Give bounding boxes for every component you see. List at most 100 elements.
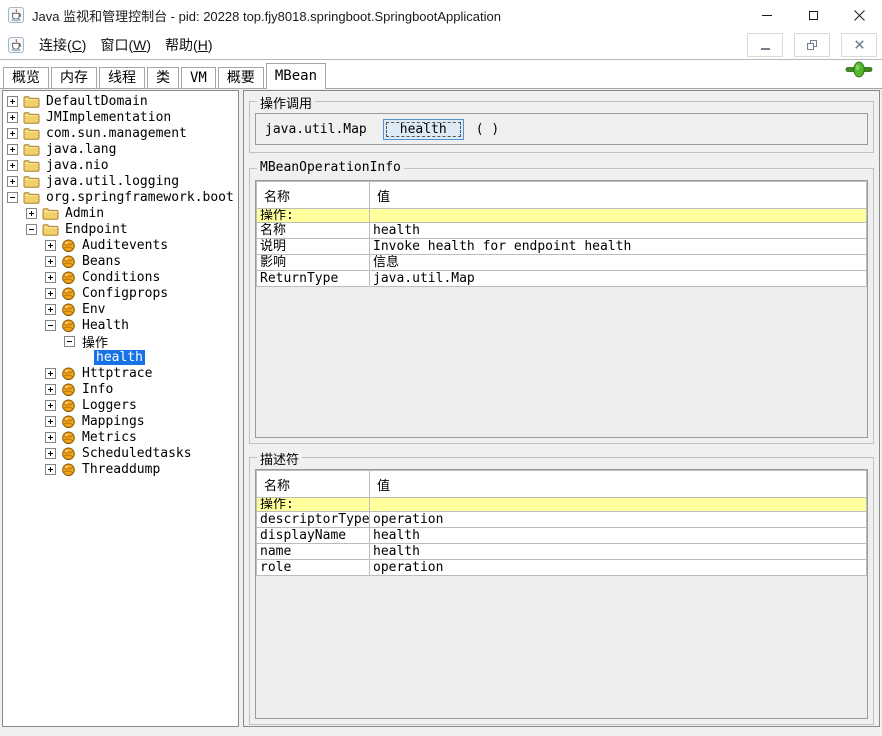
tree-node-label: Scheduledtasks [80,446,194,461]
tree-node-Scheduledtasks[interactable]: Scheduledtasks [3,445,238,461]
expand-icon[interactable] [45,240,56,251]
row-name-cell: 影响 [257,255,370,271]
tab-线程[interactable]: 线程 [99,67,145,88]
menu-mnemonic: W [133,37,146,53]
menu-label-pre: 连接( [39,37,72,53]
expand-icon[interactable] [7,160,18,171]
menu-item-W[interactable]: 窗口(W) [93,32,158,58]
tree-node-Loggers[interactable]: Loggers [3,397,238,413]
expand-icon[interactable] [7,112,18,123]
tree-node-label: Beans [80,254,123,269]
tree-node-java.util.logging[interactable]: java.util.logging [3,173,238,189]
tree-node-Env[interactable]: Env [3,301,238,317]
tree-node-JMImplementation[interactable]: JMImplementation [3,109,238,125]
operation-section-row[interactable]: 操作: [257,498,867,512]
tree-node-Health[interactable]: Health [3,317,238,333]
frame-restore-button[interactable] [794,33,830,57]
collapse-icon[interactable] [7,192,18,203]
column-header[interactable]: 值 [370,471,867,498]
row-name-cell: role [257,560,370,576]
tree-node-Conditions[interactable]: Conditions [3,269,238,285]
tree-node-Endpoint[interactable]: Endpoint [3,221,238,237]
window-title: Java 监视和管理控制台 - pid: 20228 top.fjy8018.s… [32,6,501,25]
tree-node-Mappings[interactable]: Mappings [3,413,238,429]
expand-icon[interactable] [26,208,37,219]
tab-概览[interactable]: 概览 [3,67,49,88]
tree-node-Admin[interactable]: Admin [3,205,238,221]
expand-icon[interactable] [7,144,18,155]
expand-icon[interactable] [45,464,56,475]
table-row[interactable]: roleoperation [257,560,867,576]
table-row[interactable]: 名称health [257,223,867,239]
tab-概要[interactable]: 概要 [218,67,264,88]
expand-icon[interactable] [7,128,18,139]
table-row[interactable]: 说明Invoke health for endpoint health [257,239,867,255]
menu-label-post: ) [146,37,151,53]
tree-node-Info[interactable]: Info [3,381,238,397]
operation-section-row[interactable]: 操作: [257,209,867,223]
mbean-icon [61,382,76,397]
table-row[interactable]: descriptorTypeoperation [257,512,867,528]
expand-icon[interactable] [45,304,56,315]
tree-node-DefaultDomain[interactable]: DefaultDomain [3,93,238,109]
expand-icon[interactable] [45,288,56,299]
tree-node-操作[interactable]: 操作 [3,333,238,349]
expand-icon[interactable] [45,256,56,267]
tree-node-health[interactable]: health [3,349,238,365]
mbean-icon [61,446,76,461]
tree-node-Auditevents[interactable]: Auditevents [3,237,238,253]
tree-node-java.nio[interactable]: java.nio [3,157,238,173]
menu-item-C[interactable]: 连接(C) [32,32,93,58]
invoke-health-button[interactable]: health [383,119,464,140]
column-header[interactable]: 名称 [257,471,370,498]
tree-node-Metrics[interactable]: Metrics [3,429,238,445]
table-row[interactable]: displayNamehealth [257,528,867,544]
table-header-row: 名称值 [257,182,867,209]
tab-类[interactable]: 类 [147,67,179,88]
menu-label-pre: 窗口( [100,37,133,53]
expand-icon[interactable] [7,96,18,107]
mbean-icon [61,318,76,333]
window-maximize-button[interactable] [790,0,836,30]
tab-内存[interactable]: 内存 [51,67,97,88]
tree-node-label: 操作 [80,332,110,351]
collapse-icon[interactable] [64,336,75,347]
mbean-operation-info-groupbox: MBeanOperationInfo 名称值操作:名称health说明Invok… [249,168,874,444]
expand-icon[interactable] [45,384,56,395]
row-value-cell: Invoke health for endpoint health [370,239,867,255]
expand-icon[interactable] [45,432,56,443]
tree-node-com.sun.management[interactable]: com.sun.management [3,125,238,141]
internal-frame-controls [747,33,877,57]
menu-items: 连接(C)窗口(W)帮助(H) [32,32,220,58]
tree-node-Httptrace[interactable]: Httptrace [3,365,238,381]
column-header[interactable]: 名称 [257,182,370,209]
tab-MBean[interactable]: MBean [266,63,326,89]
expand-icon[interactable] [45,448,56,459]
tree-node-Threaddump[interactable]: Threaddump [3,461,238,477]
window-close-button[interactable] [836,0,882,30]
expand-icon[interactable] [7,176,18,187]
expand-icon[interactable] [45,272,56,283]
tree-node-java.lang[interactable]: java.lang [3,141,238,157]
table-row[interactable]: namehealth [257,544,867,560]
java-frame-icon [8,37,24,53]
window-minimize-button[interactable] [744,0,790,30]
collapse-icon[interactable] [45,320,56,331]
tree-node-org.springframework.boot[interactable]: org.springframework.boot [3,189,238,205]
column-header[interactable]: 值 [370,182,867,209]
frame-close-button[interactable] [841,33,877,57]
descriptor-title: 描述符 [257,449,302,468]
tree-node-Configprops[interactable]: Configprops [3,285,238,301]
table-row[interactable]: 影响信息 [257,255,867,271]
table-row[interactable]: ReturnTypejava.util.Map [257,271,867,287]
expand-icon[interactable] [45,400,56,411]
expand-icon[interactable] [45,416,56,427]
frame-minimize-button[interactable] [747,33,783,57]
expand-icon[interactable] [45,368,56,379]
collapse-icon[interactable] [26,224,37,235]
tree-node-Beans[interactable]: Beans [3,253,238,269]
operation-invocation-title: 操作调用 [257,93,315,112]
tree-node-label: Auditevents [80,238,170,253]
tab-VM[interactable]: VM [181,67,216,88]
menu-item-H[interactable]: 帮助(H) [158,32,219,58]
